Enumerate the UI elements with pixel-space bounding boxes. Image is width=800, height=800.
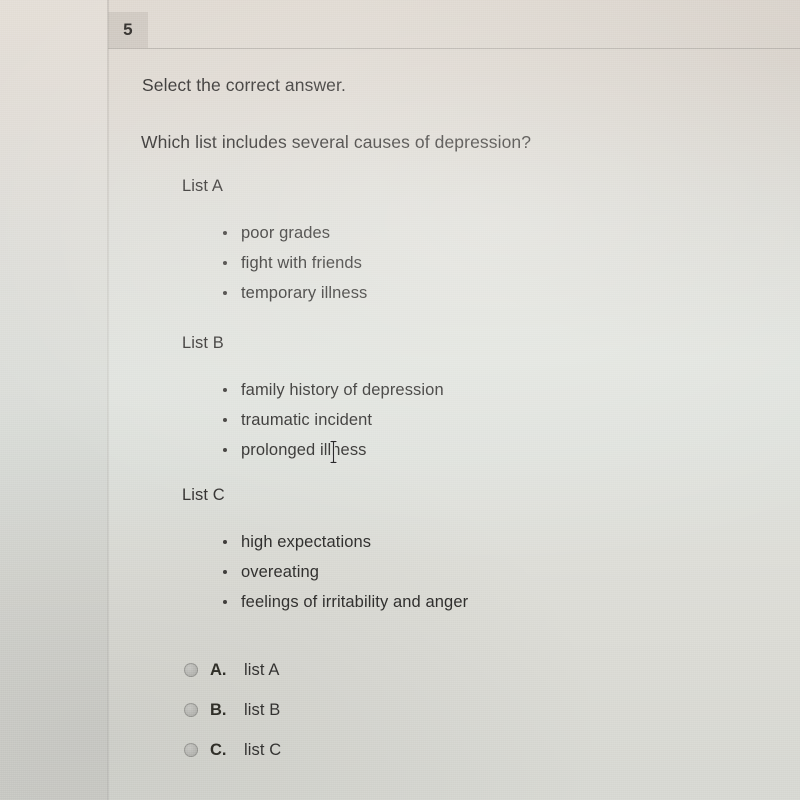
list-item: family history of depression — [220, 375, 444, 405]
list-c-items: high expectations overeating feelings of… — [220, 527, 468, 617]
list-b-items: family history of depression traumatic i… — [220, 375, 444, 465]
list-item: fight with friends — [220, 248, 367, 278]
list-group-a: List A poor grades fight with friends te… — [182, 177, 367, 308]
list-item: traumatic incident — [220, 405, 444, 435]
list-c-title: List C — [182, 486, 225, 504]
photographed-quiz-page: 5 Select the correct answer. Which list … — [0, 0, 800, 800]
list-a-items: poor grades fight with friends temporary… — [220, 218, 367, 308]
list-item: temporary illness — [220, 278, 367, 308]
list-item: prolonged illness — [220, 435, 444, 465]
list-item: overeating — [220, 557, 468, 587]
option-row-c[interactable]: C. list C — [184, 730, 564, 770]
left-margin-strip — [0, 0, 108, 800]
option-row-a[interactable]: A. list A — [184, 650, 564, 690]
question-text: Which list includes several causes of de… — [141, 132, 532, 152]
list-item: feelings of irritability and anger — [220, 587, 468, 617]
list-item: poor grades — [220, 218, 367, 248]
option-row-b[interactable]: B. list B — [184, 690, 564, 730]
question-number-badge: 5 — [108, 12, 148, 48]
radio-button-c-icon[interactable] — [184, 743, 198, 757]
radio-button-a-icon[interactable] — [184, 663, 198, 677]
list-b-title: List B — [182, 334, 224, 352]
option-c-label: list C — [244, 740, 282, 759]
answer-options: A. list A B. list B C. list C — [184, 650, 564, 770]
radio-button-b-icon[interactable] — [184, 703, 198, 717]
list-group-c: List C high expectations overeating feel… — [182, 486, 468, 617]
instruction-text: Select the correct answer. — [142, 75, 346, 95]
list-a-title: List A — [182, 177, 223, 195]
question-sheet: 5 Select the correct answer. Which list … — [108, 0, 800, 800]
option-c-letter: C. — [210, 740, 227, 759]
list-item: high expectations — [220, 527, 468, 557]
option-a-letter: A. — [210, 660, 227, 679]
header-divider — [108, 48, 800, 49]
list-group-b: List B family history of depression trau… — [182, 334, 444, 465]
option-b-label: list B — [244, 700, 281, 719]
option-b-letter: B. — [210, 700, 227, 719]
option-a-label: list A — [244, 660, 280, 679]
